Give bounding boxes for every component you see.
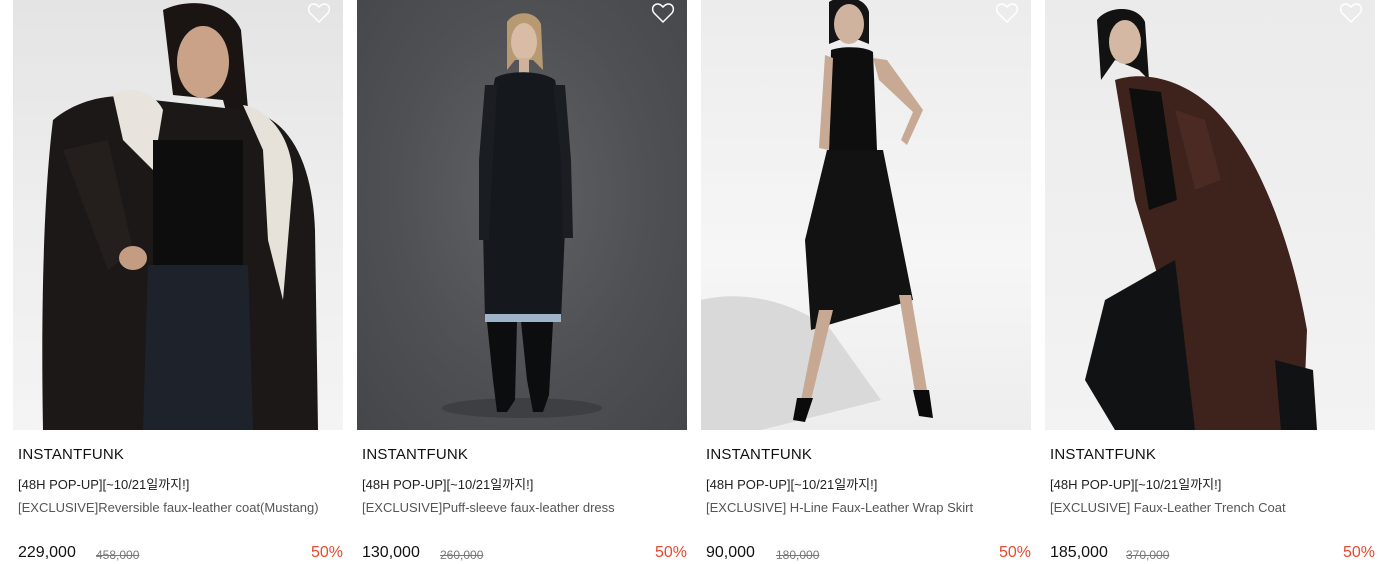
brand-name[interactable]: INSTANTFUNK bbox=[706, 446, 812, 463]
wishlist-heart-icon[interactable] bbox=[651, 2, 675, 24]
brand-name[interactable]: INSTANTFUNK bbox=[18, 446, 124, 463]
product-photo-trench bbox=[1085, 9, 1317, 430]
product-card[interactable]: INSTANTFUNK [48H POP-UP][~10/21일까지!] [EX… bbox=[13, 0, 343, 564]
sale-price: 229,000 bbox=[18, 544, 76, 561]
original-price: 370,000 bbox=[1126, 548, 1170, 562]
promo-label: [48H POP-UP][~10/21일까지!] bbox=[362, 477, 534, 492]
product-name[interactable]: [EXCLUSIVE]Reversible faux-leather coat(… bbox=[18, 500, 319, 515]
discount-rate: 50% bbox=[654, 544, 687, 561]
promo-label: [48H POP-UP][~10/21일까지!] bbox=[1050, 477, 1222, 492]
sale-price: 185,000 bbox=[1050, 544, 1108, 561]
product-name[interactable]: [EXCLUSIVE] H-Line Faux-Leather Wrap Ski… bbox=[706, 500, 973, 515]
promo-label: [48H POP-UP][~10/21일까지!] bbox=[706, 477, 878, 492]
original-price: 260,000 bbox=[440, 548, 484, 562]
brand-name[interactable]: INSTANTFUNK bbox=[1050, 446, 1156, 463]
wishlist-heart-icon[interactable] bbox=[995, 2, 1019, 24]
product-photo-coat bbox=[42, 3, 318, 430]
product-image[interactable] bbox=[357, 0, 687, 430]
discount-rate: 50% bbox=[998, 544, 1031, 561]
product-name[interactable]: [EXCLUSIVE] Faux-Leather Trench Coat bbox=[1050, 500, 1286, 515]
product-card[interactable]: INSTANTFUNK [48H POP-UP][~10/21일까지!] [EX… bbox=[1045, 0, 1375, 564]
original-price: 180,000 bbox=[776, 548, 820, 562]
product-name[interactable]: [EXCLUSIVE]Puff-sleeve faux-leather dres… bbox=[362, 500, 615, 515]
product-image[interactable] bbox=[1045, 0, 1375, 430]
sale-price: 130,000 bbox=[362, 544, 420, 561]
product-card[interactable]: INSTANTFUNK [48H POP-UP][~10/21일까지!] [EX… bbox=[701, 0, 1031, 564]
brand-name[interactable]: INSTANTFUNK bbox=[362, 446, 468, 463]
sale-price: 90,000 bbox=[706, 544, 755, 561]
wishlist-heart-icon[interactable] bbox=[1339, 2, 1363, 24]
discount-rate: 50% bbox=[310, 544, 343, 561]
discount-rate: 50% bbox=[1342, 544, 1375, 561]
product-grid: INSTANTFUNK [48H POP-UP][~10/21일까지!] [EX… bbox=[0, 0, 1387, 564]
original-price: 458,000 bbox=[96, 548, 140, 562]
product-photo-skirt bbox=[701, 0, 933, 430]
wishlist-heart-icon[interactable] bbox=[307, 2, 331, 24]
promo-label: [48H POP-UP][~10/21일까지!] bbox=[18, 477, 190, 492]
product-image[interactable] bbox=[13, 0, 343, 430]
product-image[interactable] bbox=[701, 0, 1031, 430]
product-card[interactable]: INSTANTFUNK [48H POP-UP][~10/21일까지!] [EX… bbox=[357, 0, 687, 564]
product-photo-dress bbox=[442, 13, 602, 418]
